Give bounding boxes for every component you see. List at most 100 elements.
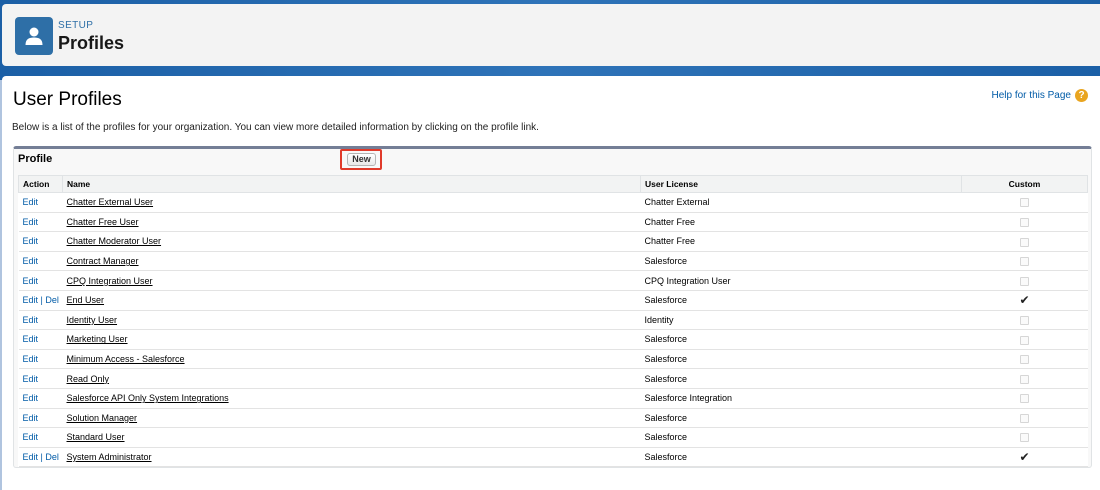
edit-link[interactable]: Edit xyxy=(23,374,39,384)
profile-name-link[interactable]: Minimum Access - Salesforce xyxy=(67,354,185,364)
table-row: Edit Identity User Identity xyxy=(18,310,1088,331)
page-header-title: Profiles xyxy=(58,33,125,53)
profile-name-link[interactable]: Solution Manager xyxy=(67,413,138,423)
user-license-cell: Chatter External xyxy=(640,192,962,213)
name-cell: Read Only xyxy=(62,368,641,389)
edit-link[interactable]: Edit xyxy=(23,393,39,403)
name-cell: Salesforce API Only System Integrations xyxy=(62,388,641,409)
user-license-cell: Chatter Free xyxy=(640,231,962,252)
edit-link[interactable]: Edit xyxy=(23,256,39,266)
action-cell: Edit xyxy=(18,427,63,448)
action-cell: Edit xyxy=(18,310,63,331)
profile-name-link[interactable]: Salesforce API Only System Integrations xyxy=(67,393,229,403)
user-license-cell: Salesforce xyxy=(640,408,962,429)
action-cell: Edit xyxy=(18,192,63,213)
table-row: Edit Marketing User Salesforce xyxy=(18,329,1088,350)
edit-link[interactable]: Edit xyxy=(23,295,39,305)
profile-name-link[interactable]: Read Only xyxy=(67,374,110,384)
checkmark-icon: ✔ xyxy=(1019,293,1030,308)
delete-link[interactable]: Del xyxy=(45,452,59,462)
action-cell: Edit xyxy=(18,270,63,291)
profile-name-link[interactable]: Standard User xyxy=(67,432,125,442)
custom-cell xyxy=(961,212,1088,233)
user-license-cell: Salesforce xyxy=(640,329,962,350)
checkbox-icon xyxy=(1020,198,1029,208)
action-cell: Edit | Del xyxy=(18,447,63,468)
custom-cell xyxy=(961,310,1088,331)
column-header-name[interactable]: Name xyxy=(62,175,641,193)
custom-cell xyxy=(961,427,1088,448)
profile-name-link[interactable]: Chatter Free User xyxy=(67,217,139,227)
new-profile-button[interactable]: New xyxy=(347,153,376,166)
action-cell: Edit xyxy=(18,231,63,252)
profile-name-link[interactable]: End User xyxy=(67,295,105,305)
table-row: Edit Chatter External User Chatter Externa… xyxy=(18,192,1088,213)
table-row: Edit Chatter Free User Chatter Free xyxy=(18,212,1088,233)
user-icon xyxy=(15,17,53,55)
profile-name-link[interactable]: Contract Manager xyxy=(67,256,139,266)
custom-cell xyxy=(961,251,1088,272)
action-cell: Edit xyxy=(18,368,63,389)
user-license-cell: CPQ Integration User xyxy=(640,270,962,291)
profile-name-link[interactable]: Marketing User xyxy=(67,334,128,344)
setup-label: SETUP xyxy=(58,20,94,31)
user-license-cell: Salesforce xyxy=(640,251,962,272)
edit-link[interactable]: Edit xyxy=(23,334,39,344)
edit-link[interactable]: Edit xyxy=(23,452,39,462)
checkbox-icon xyxy=(1020,335,1029,345)
name-cell: Chatter External User xyxy=(62,192,641,213)
profile-name-link[interactable]: System Administrator xyxy=(67,452,152,462)
edit-link[interactable]: Edit xyxy=(23,217,39,227)
edit-link[interactable]: Edit xyxy=(23,354,39,364)
user-license-cell: Salesforce xyxy=(640,368,962,389)
edit-link[interactable]: Edit xyxy=(23,413,39,423)
checkbox-icon xyxy=(1020,433,1029,443)
column-header-custom[interactable]: Custom xyxy=(961,175,1088,193)
name-cell: Chatter Moderator User xyxy=(62,231,641,252)
action-cell: Edit xyxy=(18,408,63,429)
action-cell: Edit xyxy=(18,349,63,370)
table-row: Edit Chatter Moderator User Chatter Free xyxy=(18,231,1088,252)
user-license-cell: Identity xyxy=(640,310,962,331)
checkbox-icon xyxy=(1020,394,1029,404)
table-row: Edit | Del End User Salesforce ✔ xyxy=(18,290,1088,311)
checkbox-icon xyxy=(1020,355,1029,365)
delete-link[interactable]: Del xyxy=(45,295,59,305)
name-cell: System Administrator xyxy=(62,447,641,468)
checkbox-icon xyxy=(1020,413,1029,423)
user-license-cell: Salesforce Integration xyxy=(640,388,962,409)
action-cell: Edit xyxy=(18,329,63,350)
user-license-cell: Salesforce xyxy=(640,447,962,468)
custom-cell: ✔ xyxy=(961,447,1088,468)
name-cell: Identity User xyxy=(62,310,641,331)
name-cell: Chatter Free User xyxy=(62,212,641,233)
table-row: Edit Minimum Access - Salesforce Salesforc… xyxy=(18,349,1088,370)
edit-link[interactable]: Edit xyxy=(23,236,39,246)
profile-name-link[interactable]: CPQ Integration User xyxy=(67,276,153,286)
name-cell: Contract Manager xyxy=(62,251,641,272)
table-row: Edit Salesforce API Only System Integrati… xyxy=(18,388,1088,409)
profile-name-link[interactable]: Chatter Moderator User xyxy=(67,236,162,246)
edit-link[interactable]: Edit xyxy=(23,432,39,442)
edit-link[interactable]: Edit xyxy=(23,315,39,325)
profile-name-link[interactable]: Chatter External User xyxy=(67,197,154,207)
edit-link[interactable]: Edit xyxy=(23,197,39,207)
name-cell: End User xyxy=(62,290,641,311)
user-license-cell: Salesforce xyxy=(640,349,962,370)
user-license-cell: Chatter Free xyxy=(640,212,962,233)
help-link-label: Help for this Page xyxy=(991,90,1072,101)
table-row: Edit | Del System Administrator Salesforce… xyxy=(18,447,1088,468)
profile-name-link[interactable]: Identity User xyxy=(67,315,118,325)
edit-link[interactable]: Edit xyxy=(23,276,39,286)
custom-cell xyxy=(961,388,1088,409)
name-cell: CPQ Integration User xyxy=(62,270,641,291)
table-row: Edit Standard User Salesforce xyxy=(18,427,1088,448)
column-header-user-license[interactable]: User License xyxy=(640,175,962,193)
help-link[interactable]: Help for this Page ? xyxy=(991,89,1088,102)
setup-page-header: SETUP Profiles xyxy=(2,4,1100,66)
checkbox-icon xyxy=(1020,374,1029,384)
main-content: User Profiles Help for this Page ? Below… xyxy=(2,76,1100,490)
custom-cell xyxy=(961,368,1088,389)
checkbox-icon xyxy=(1020,237,1029,247)
page-title: User Profiles xyxy=(13,89,122,110)
